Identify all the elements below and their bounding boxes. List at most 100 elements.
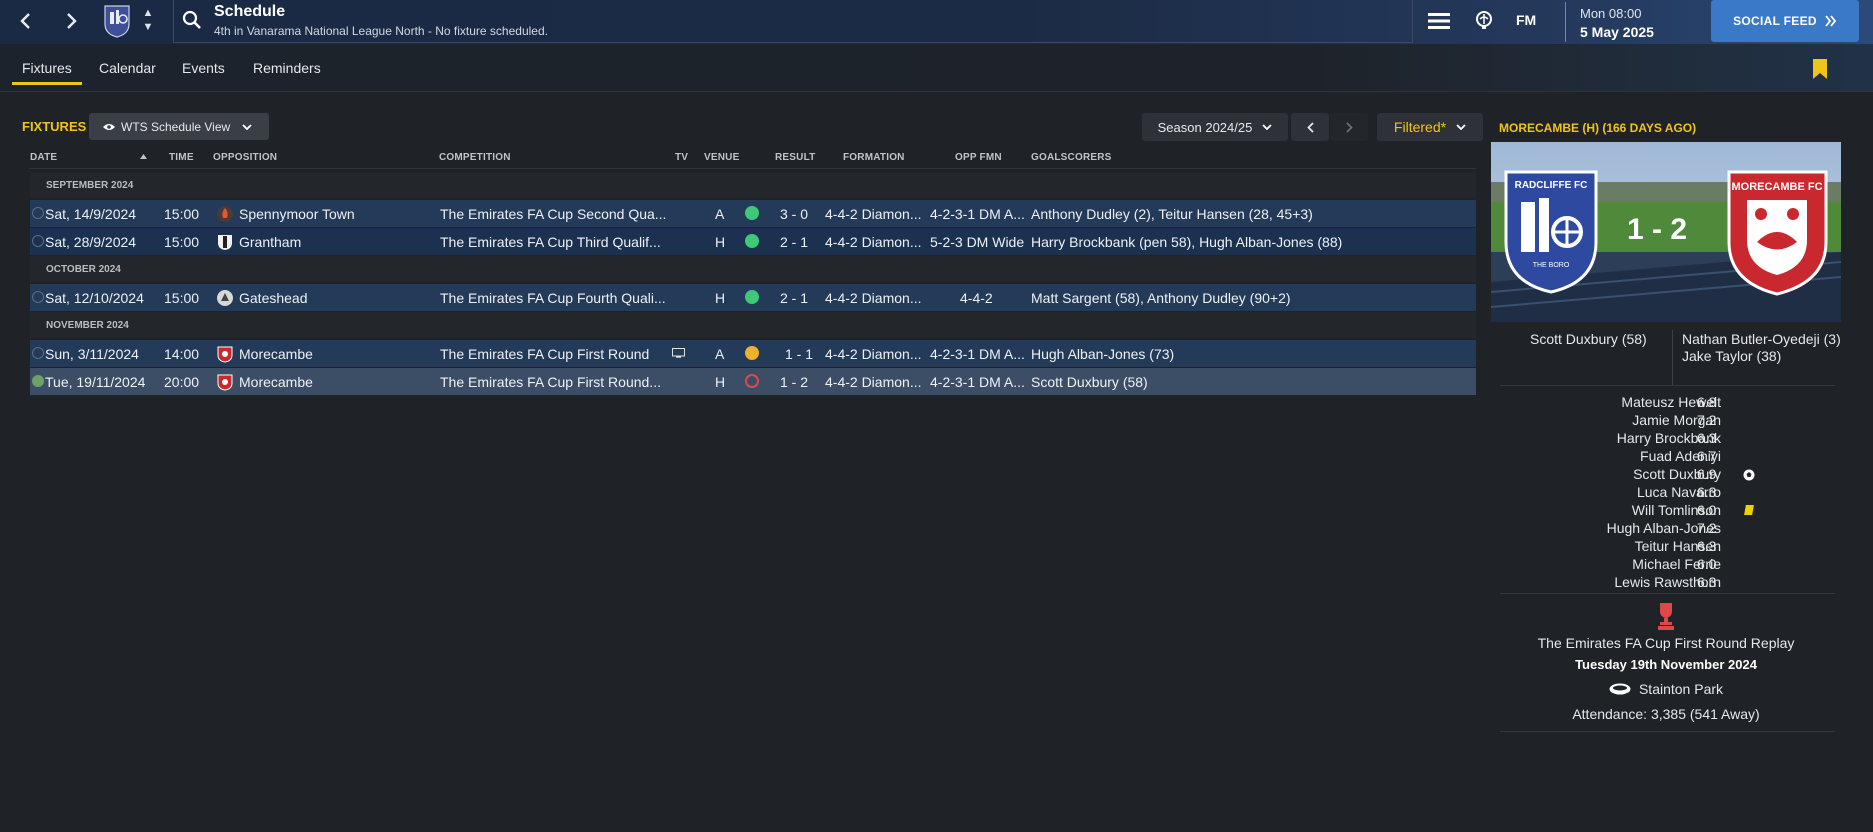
player-name[interactable]: Michael Ferrie bbox=[1521, 556, 1721, 572]
formation: 4-4-2 Diamon... bbox=[825, 346, 922, 362]
result[interactable]: 3 - 0 bbox=[780, 206, 808, 222]
player-name[interactable]: Teitur Hansen bbox=[1521, 538, 1721, 554]
chevron-down-icon[interactable]: ▼ bbox=[143, 20, 154, 34]
brain-icon[interactable] bbox=[1474, 10, 1494, 30]
match-score: 1 - 2 bbox=[1627, 213, 1688, 246]
season-label: Season 2024/25 bbox=[1157, 119, 1253, 135]
opposition-link[interactable]: Spennymoor Town bbox=[239, 206, 355, 222]
player-rating: 6.7 bbox=[1697, 448, 1717, 464]
player-name[interactable]: Scott Duxbury bbox=[1521, 466, 1721, 482]
competition-link[interactable]: The Emirates FA Cup Second Qua... bbox=[440, 206, 666, 222]
gateshead-badge-icon bbox=[217, 290, 233, 306]
venue: H bbox=[715, 290, 726, 306]
filter-button[interactable]: Filtered* bbox=[1377, 113, 1483, 141]
fixture-row-selected[interactable]: Tue, 19/11/2024 20:00 Morecambe The Emir… bbox=[30, 368, 1476, 395]
chevron-up-icon[interactable]: ▲ bbox=[143, 6, 154, 20]
result[interactable]: 2 - 1 bbox=[780, 290, 808, 306]
column-header-competition[interactable]: COMPETITION bbox=[439, 152, 511, 163]
player-rating: 6.9 bbox=[1697, 466, 1717, 482]
fa-cup-icon[interactable] bbox=[1655, 601, 1677, 631]
column-header-goalscorers[interactable]: GOALSCORERS bbox=[1031, 152, 1112, 163]
competition-link[interactable]: The Emirates FA Cup First Round... bbox=[440, 374, 661, 390]
previous-season-button[interactable] bbox=[1291, 113, 1329, 141]
player-name[interactable]: Mateusz Hewelt bbox=[1521, 394, 1721, 410]
divider bbox=[1500, 731, 1835, 732]
opposition-link[interactable]: Morecambe bbox=[239, 374, 313, 390]
svg-text:RADCLIFFE FC: RADCLIFFE FC bbox=[1515, 180, 1588, 191]
status-icon bbox=[32, 207, 44, 219]
goalscorers: Harry Brockbank (pen 58), Hugh Alban-Jon… bbox=[1031, 234, 1343, 250]
month-label: NOVEMBER 2024 bbox=[46, 320, 129, 331]
win-indicator-icon bbox=[745, 206, 759, 220]
fixture-row[interactable]: Sat, 28/9/2024 15:00 Grantham The Emirat… bbox=[30, 228, 1476, 255]
view-selector-button[interactable]: WTS Schedule View bbox=[89, 113, 269, 140]
player-name[interactable]: Hugh Alban-Jones bbox=[1521, 520, 1721, 536]
opposition-link[interactable]: Grantham bbox=[239, 234, 301, 250]
tab-reminders[interactable]: Reminders bbox=[253, 60, 321, 76]
status-icon bbox=[32, 347, 44, 359]
result[interactable]: 2 - 1 bbox=[780, 234, 808, 250]
fixture-row[interactable]: Sun, 3/11/2024 14:00 Morecambe The Emira… bbox=[30, 340, 1476, 367]
bookmark-icon[interactable] bbox=[1812, 58, 1828, 80]
fixture-time: 20:00 bbox=[164, 374, 200, 390]
player-rating: 6.8 bbox=[1697, 394, 1717, 410]
player-rating: 6.3 bbox=[1697, 574, 1717, 590]
opposition-link[interactable]: Gateshead bbox=[239, 290, 308, 306]
column-header-venue[interactable]: VENUE bbox=[704, 152, 739, 163]
match-panel-title[interactable]: MORECAMBE (H) (166 DAYS AGO) bbox=[1499, 121, 1696, 135]
player-name[interactable]: Jamie Morgan bbox=[1521, 412, 1721, 428]
column-header-opp-fmn[interactable]: OPP FMN bbox=[955, 152, 1002, 163]
tab-events[interactable]: Events bbox=[182, 60, 225, 76]
club-switcher[interactable]: ▲ ▼ bbox=[141, 6, 155, 36]
player-name[interactable]: Luca Navarro bbox=[1521, 484, 1721, 500]
column-header-date[interactable]: DATE bbox=[30, 152, 57, 163]
svg-text:THE BORO: THE BORO bbox=[1533, 262, 1570, 269]
game-date[interactable]: Mon 08:00 5 May 2025 bbox=[1565, 2, 1697, 42]
spennymoor-badge-icon bbox=[217, 206, 233, 222]
result[interactable]: 1 - 2 bbox=[780, 374, 808, 390]
fm-logo[interactable]: FM bbox=[1516, 12, 1536, 28]
back-button[interactable] bbox=[13, 8, 39, 34]
divider bbox=[29, 168, 1476, 169]
morecambe-badge-icon bbox=[217, 346, 233, 363]
club-badge-icon[interactable] bbox=[103, 4, 131, 38]
competition-name[interactable]: The Emirates FA Cup First Round Replay bbox=[1491, 635, 1841, 651]
competition-link[interactable]: The Emirates FA Cup First Round bbox=[440, 346, 649, 362]
column-header-tv[interactable]: TV bbox=[675, 152, 688, 163]
fixture-time: 15:00 bbox=[164, 206, 200, 222]
fixture-row[interactable]: Sat, 12/10/2024 15:00 Gateshead The Emir… bbox=[30, 284, 1476, 311]
menu-icon[interactable] bbox=[1428, 12, 1450, 30]
fixture-row[interactable]: Sat, 14/9/2024 15:00 Spennymoor Town The… bbox=[30, 200, 1476, 227]
forward-button[interactable] bbox=[58, 8, 84, 34]
month-label: OCTOBER 2024 bbox=[46, 264, 121, 275]
social-feed-button[interactable]: SOCIAL FEED bbox=[1711, 0, 1859, 42]
formation: 4-4-2 Diamon... bbox=[825, 234, 922, 250]
opposition-link[interactable]: Morecambe bbox=[239, 346, 313, 362]
win-indicator-icon bbox=[745, 234, 759, 248]
player-name[interactable]: Harry Brockbank bbox=[1521, 430, 1721, 446]
date-day: Mon 08:00 bbox=[1580, 6, 1642, 21]
goalscorers: Anthony Dudley (2), Teitur Hansen (28, 4… bbox=[1031, 206, 1313, 222]
competition-link[interactable]: The Emirates FA Cup Fourth Quali... bbox=[440, 290, 666, 306]
season-selector[interactable]: Season 2024/25 bbox=[1142, 113, 1288, 141]
formation: 4-4-2 Diamon... bbox=[825, 374, 922, 390]
column-header-time[interactable]: TIME bbox=[169, 152, 194, 163]
player-name[interactable]: Will Tomlinson bbox=[1521, 502, 1721, 518]
stadium-icon bbox=[1609, 683, 1631, 695]
tab-calendar[interactable]: Calendar bbox=[99, 60, 156, 76]
away-scorer: Jake Taylor (38) bbox=[1682, 348, 1782, 364]
tab-fixtures[interactable]: Fixtures bbox=[12, 60, 82, 85]
grantham-badge-icon bbox=[218, 235, 232, 250]
column-header-formation[interactable]: FORMATION bbox=[843, 152, 905, 163]
player-name[interactable]: Lewis Rawsthorn bbox=[1521, 574, 1721, 590]
competition-link[interactable]: The Emirates FA Cup Third Qualif... bbox=[440, 234, 661, 250]
result[interactable]: 1 - 1 bbox=[785, 346, 813, 362]
search-icon[interactable] bbox=[182, 10, 202, 30]
stadium-info[interactable]: Stainton Park bbox=[1491, 681, 1841, 697]
player-name[interactable]: Fuad Adeniyi bbox=[1521, 448, 1721, 464]
column-header-result[interactable]: RESULT bbox=[775, 152, 815, 163]
next-season-button[interactable] bbox=[1330, 113, 1368, 141]
column-header-opposition[interactable]: OPPOSITION bbox=[213, 152, 277, 163]
player-rating: 6.0 bbox=[1697, 556, 1717, 572]
fixture-time: 15:00 bbox=[164, 290, 200, 306]
